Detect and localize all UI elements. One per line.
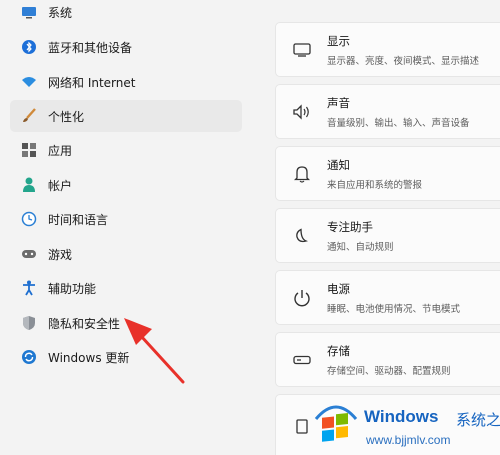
storage-icon	[291, 349, 313, 371]
card-display[interactable]: 显示 显示器、亮度、夜间模式、显示描述	[275, 22, 500, 77]
shield-icon	[21, 315, 37, 331]
update-icon	[21, 349, 37, 365]
globe-clock-icon	[21, 211, 37, 227]
speaker-icon	[291, 101, 313, 123]
card-focus-assist[interactable]: 专注助手 通知、自动规则	[275, 208, 500, 263]
sidebar-item-accessibility[interactable]: 辅助功能	[10, 272, 242, 304]
sidebar: 系统 蓝牙和其他设备 网络和 Internet 个性化 应用 帐户 时间和语言 …	[0, 0, 250, 455]
watermark-url: www.bjjmlv.com	[366, 433, 451, 447]
card-storage[interactable]: 存储 存储空间、驱动器、配置规则	[275, 332, 500, 387]
system-settings-list: 显示 显示器、亮度、夜间模式、显示描述 声音 音量级别、输出、输入、声音设备 通…	[275, 0, 500, 455]
apps-icon	[21, 142, 37, 158]
sidebar-item-network[interactable]: 网络和 Internet	[10, 66, 242, 98]
sidebar-item-apps[interactable]: 应用	[10, 134, 242, 166]
brush-icon	[21, 108, 37, 124]
power-icon	[291, 287, 313, 309]
display-icon	[291, 39, 313, 61]
sidebar-item-personalization[interactable]: 个性化	[10, 100, 242, 132]
moon-icon	[291, 225, 313, 247]
sidebar-item-time-language[interactable]: 时间和语言	[10, 203, 242, 235]
settings-window: 系统 蓝牙和其他设备 网络和 Internet 个性化 应用 帐户 时间和语言 …	[0, 0, 500, 455]
watermark: Windows 系统之家 www.bjjmlv.com	[306, 395, 500, 455]
monitor-icon	[21, 4, 37, 20]
person-icon	[21, 177, 37, 193]
card-sound[interactable]: 声音 音量级别、输出、输入、声音设备	[275, 84, 500, 139]
watermark-brand: Windows	[364, 407, 439, 426]
windows-logo-icon	[314, 405, 358, 442]
bell-icon	[291, 163, 313, 185]
watermark-name: 系统之家	[456, 411, 500, 429]
card-power[interactable]: 电源 睡眠、电池使用情况、节电模式	[275, 270, 500, 325]
sidebar-item-bluetooth[interactable]: 蓝牙和其他设备	[10, 31, 242, 63]
card-notifications[interactable]: 通知 来自应用和系统的警报	[275, 146, 500, 201]
sidebar-item-system[interactable]: 系统	[10, 0, 242, 28]
sidebar-item-privacy-security[interactable]: 隐私和安全性	[10, 307, 242, 339]
gamepad-icon	[21, 246, 37, 262]
accessibility-icon	[21, 280, 37, 296]
sidebar-item-gaming[interactable]: 游戏	[10, 238, 242, 270]
sidebar-item-windows-update[interactable]: Windows 更新	[10, 341, 242, 373]
wifi-icon	[21, 74, 37, 90]
sidebar-item-accounts[interactable]: 帐户	[10, 169, 242, 201]
bluetooth-icon	[21, 39, 37, 55]
